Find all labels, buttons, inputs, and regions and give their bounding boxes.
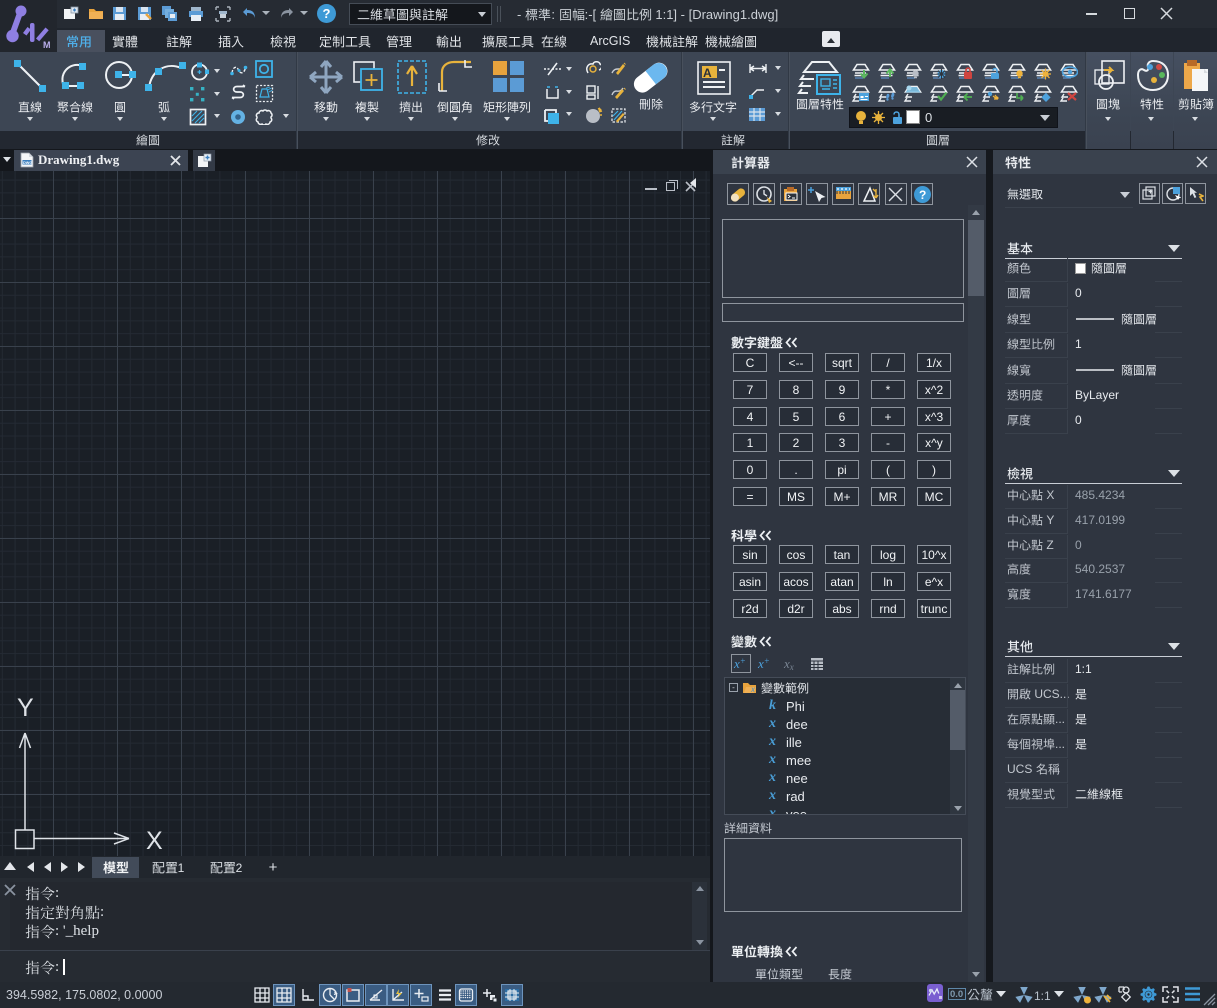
svg-text:X: X xyxy=(146,827,163,855)
svg-text:A: A xyxy=(703,66,712,80)
svg-text:Y: Y xyxy=(17,694,34,722)
svg-text:M: M xyxy=(43,40,51,50)
svg-text:?: ? xyxy=(919,188,926,202)
svg-text:DWG: DWG xyxy=(23,161,32,165)
